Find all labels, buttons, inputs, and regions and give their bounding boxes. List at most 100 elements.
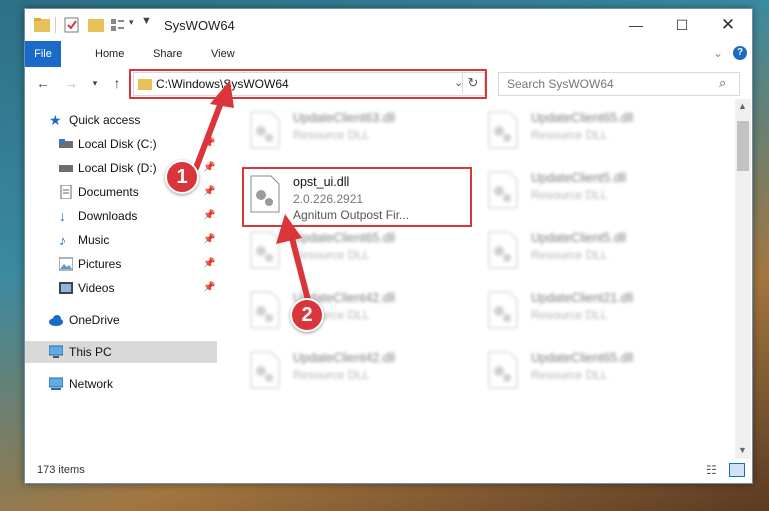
- pin-icon[interactable]: 📌: [203, 277, 215, 299]
- list-item[interactable]: UpdateClient5.dll Resource DLL: [485, 227, 715, 275]
- pin-icon[interactable]: 📌: [203, 229, 215, 251]
- search-box[interactable]: Search SysWOW64 ⌕: [498, 72, 740, 96]
- search-input[interactable]: Search SysWOW64: [507, 77, 614, 91]
- pin-icon[interactable]: 📌: [203, 157, 215, 179]
- file-description: Resource DLL: [293, 128, 370, 142]
- list-item[interactable]: UpdateClient5.dll Resource DLL: [485, 167, 715, 215]
- list-item[interactable]: UpdateClient65.dll Resource DLL: [485, 107, 715, 155]
- tab-share[interactable]: Share: [143, 41, 192, 67]
- search-icon[interactable]: ⌕: [719, 75, 726, 91]
- navigation-pane: ★ Quick access Local Disk (C:) 📌 Local D…: [25, 99, 217, 459]
- file-highlight-box: [242, 167, 472, 227]
- dll-file-icon: [488, 231, 518, 269]
- documents-icon: [60, 185, 72, 199]
- new-folder-icon[interactable]: [87, 16, 105, 34]
- file-name: UpdateClient63.dll: [293, 111, 396, 125]
- sidebar-item-label: Pictures: [78, 257, 122, 271]
- sidebar-item-this-pc[interactable]: This PC: [25, 341, 217, 363]
- list-item[interactable]: UpdateClient42.dll Resource DLL: [247, 347, 477, 395]
- cloud-icon: [49, 315, 63, 326]
- sidebar-item-label: Documents: [78, 185, 139, 199]
- ribbon-tabs: File Home Share View ⌄ ?: [25, 41, 752, 68]
- dll-file-icon: [250, 111, 280, 149]
- title-bar: ▾ ▼ SysWOW64 — ☐ ✕: [25, 9, 752, 41]
- maximize-button[interactable]: ☐: [659, 9, 705, 41]
- folder-icon: [34, 18, 50, 32]
- sidebar-item-network[interactable]: Network: [25, 373, 217, 395]
- network-icon: [49, 377, 63, 390]
- dll-file-icon: [250, 351, 280, 389]
- dll-file-icon: [488, 291, 518, 329]
- list-item[interactable]: UpdateClient65.dll Resource DLL: [247, 227, 477, 275]
- up-arrow-icon[interactable]: ↑: [107, 73, 127, 93]
- file-description: Resource DLL: [531, 248, 608, 262]
- sidebar-item-videos[interactable]: Videos 📌: [25, 277, 217, 299]
- vertical-scrollbar[interactable]: ▲ ▼: [735, 99, 751, 459]
- expand-ribbon-icon[interactable]: ⌄: [713, 46, 723, 60]
- pin-icon[interactable]: 📌: [203, 181, 215, 203]
- file-description: Resource DLL: [531, 368, 608, 382]
- chevron-down-icon[interactable]: ▾: [129, 17, 134, 28]
- file-description: Resource DLL: [293, 248, 370, 262]
- scroll-down-icon[interactable]: ▼: [738, 445, 747, 455]
- address-highlight-box: [129, 69, 487, 99]
- sidebar-item-label: Videos: [78, 281, 115, 295]
- sidebar-item-music[interactable]: ♪ Music 📌: [25, 229, 217, 251]
- tab-file[interactable]: File: [25, 41, 61, 67]
- recent-locations-icon[interactable]: ▾: [85, 73, 105, 93]
- videos-icon: [59, 282, 73, 294]
- details-view-icon[interactable]: ☷: [706, 463, 717, 477]
- file-description: Resource DLL: [531, 128, 608, 142]
- file-list: UpdateClient63.dll Resource DLL UpdateCl…: [225, 99, 735, 459]
- file-name: UpdateClient21.dll: [531, 291, 634, 305]
- sidebar-item-label: Quick access: [69, 113, 141, 127]
- computer-icon: [49, 345, 63, 358]
- navigation-bar: ← → ▾ ↑ C:\Windows\SysWOW64 ⌄ ↻ Search S…: [25, 67, 752, 99]
- dll-file-icon: [488, 171, 518, 209]
- file-name: UpdateClient5.dll: [531, 231, 627, 245]
- close-button[interactable]: ✕: [705, 9, 751, 41]
- pin-icon[interactable]: 📌: [203, 205, 215, 227]
- properties-icon[interactable]: [63, 16, 81, 34]
- file-description: Resource DLL: [293, 368, 370, 382]
- large-icons-view-icon[interactable]: [729, 463, 745, 477]
- file-name: UpdateClient65.dll: [531, 351, 634, 365]
- explorer-window: ▾ ▼ SysWOW64 — ☐ ✕ File Home Share View …: [24, 8, 753, 484]
- dll-file-icon: [488, 111, 518, 149]
- pin-icon[interactable]: 📌: [203, 133, 215, 155]
- pin-icon[interactable]: 📌: [203, 253, 215, 275]
- sidebar-item-label: OneDrive: [69, 313, 120, 327]
- sidebar-item-label: Music: [78, 233, 110, 247]
- drive-icon: [59, 139, 73, 148]
- dll-file-icon: [250, 231, 280, 269]
- file-name: UpdateClient65.dll: [293, 231, 396, 245]
- scroll-up-icon[interactable]: ▲: [738, 101, 747, 111]
- file-description: Resource DLL: [531, 188, 608, 202]
- scrollbar-thumb[interactable]: [737, 121, 749, 171]
- file-name: UpdateClient65.dll: [531, 111, 634, 125]
- tab-view[interactable]: View: [201, 41, 245, 67]
- view-options-icon[interactable]: [109, 16, 127, 34]
- forward-arrow-icon[interactable]: →: [61, 73, 81, 93]
- sidebar-item-label: Local Disk (C:): [78, 137, 157, 151]
- list-item[interactable]: UpdateClient65.dll Resource DLL: [485, 347, 715, 395]
- sidebar-item-label: This PC: [69, 345, 112, 359]
- list-item[interactable]: UpdateClient42.dll Resource DLL: [247, 287, 477, 335]
- file-description: Resource DLL: [531, 308, 608, 322]
- list-item[interactable]: UpdateClient63.dll Resource DLL: [247, 107, 477, 155]
- item-count: 173 items: [37, 464, 85, 476]
- dll-file-icon: [250, 291, 280, 329]
- customize-toolbar-icon[interactable]: ▼: [141, 15, 152, 27]
- minimize-button[interactable]: —: [613, 9, 659, 41]
- sidebar-item-downloads[interactable]: ↓ Downloads 📌: [25, 205, 217, 227]
- help-icon[interactable]: ?: [733, 46, 747, 60]
- sidebar-item-local-disk-c[interactable]: Local Disk (C:) 📌: [25, 133, 217, 155]
- sidebar-item-label: Local Disk (D:): [78, 161, 157, 175]
- sidebar-item-quick-access[interactable]: ★ Quick access: [25, 109, 217, 131]
- star-icon: ★: [49, 112, 62, 128]
- sidebar-item-pictures[interactable]: Pictures 📌: [25, 253, 217, 275]
- back-arrow-icon[interactable]: ←: [33, 73, 53, 93]
- tab-home[interactable]: Home: [85, 41, 134, 67]
- list-item[interactable]: UpdateClient21.dll Resource DLL: [485, 287, 715, 335]
- sidebar-item-onedrive[interactable]: OneDrive: [25, 309, 217, 331]
